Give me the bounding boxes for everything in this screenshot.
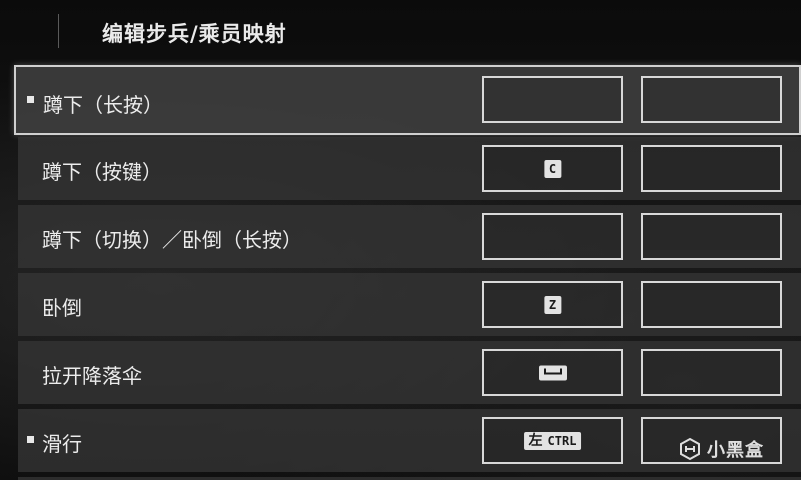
primary-key-slot[interactable] xyxy=(482,213,623,260)
primary-key-slot[interactable]: Z xyxy=(482,281,623,328)
primary-key-slot[interactable] xyxy=(482,349,623,396)
binding-label: 蹲下（长按） xyxy=(43,93,163,117)
binding-label: 蹲下（按键） xyxy=(42,160,162,184)
row-modified-marker xyxy=(27,96,34,103)
binding-row-crouch-hold[interactable]: 蹲下（长按） xyxy=(14,65,801,135)
binding-label: 滑行 xyxy=(42,432,82,456)
keybinding-list: 蹲下（长按） 蹲下（按键） C 蹲下（切换）／卧倒（长按） 卧倒 Z 拉开降落伞 xyxy=(0,0,801,480)
secondary-key-slot[interactable] xyxy=(641,145,782,192)
secondary-key-slot[interactable] xyxy=(641,349,782,396)
space-bar-icon xyxy=(538,365,567,380)
keycap: C xyxy=(543,159,562,178)
primary-key-slot[interactable]: C xyxy=(482,145,623,192)
primary-key-slot[interactable]: 左 CTRL xyxy=(482,417,623,464)
binding-label: 拉开降落伞 xyxy=(42,364,142,388)
watermark: 小黑盒 xyxy=(678,436,764,462)
row-modified-marker xyxy=(27,436,34,443)
secondary-key-slot[interactable] xyxy=(641,76,782,123)
binding-row-deploy-parachute[interactable]: 拉开降落伞 xyxy=(18,341,801,404)
binding-row-crouch-toggle-prone-hold[interactable]: 蹲下（切换）／卧倒（长按） xyxy=(18,205,801,268)
secondary-key-slot[interactable] xyxy=(641,281,782,328)
watermark-text: 小黑盒 xyxy=(707,440,764,461)
keycap: Z xyxy=(543,295,562,314)
binding-row-prone[interactable]: 卧倒 Z xyxy=(18,273,801,336)
secondary-key-slot[interactable] xyxy=(641,213,782,260)
primary-key-slot[interactable] xyxy=(482,76,623,123)
binding-row-crouch-press[interactable]: 蹲下（按键） C xyxy=(18,137,801,200)
binding-label: 卧倒 xyxy=(42,296,82,320)
binding-label: 蹲下（切换）／卧倒（长按） xyxy=(42,228,302,252)
keycap: 左 CTRL xyxy=(523,431,582,450)
xiaoheihe-logo-icon xyxy=(680,437,700,461)
